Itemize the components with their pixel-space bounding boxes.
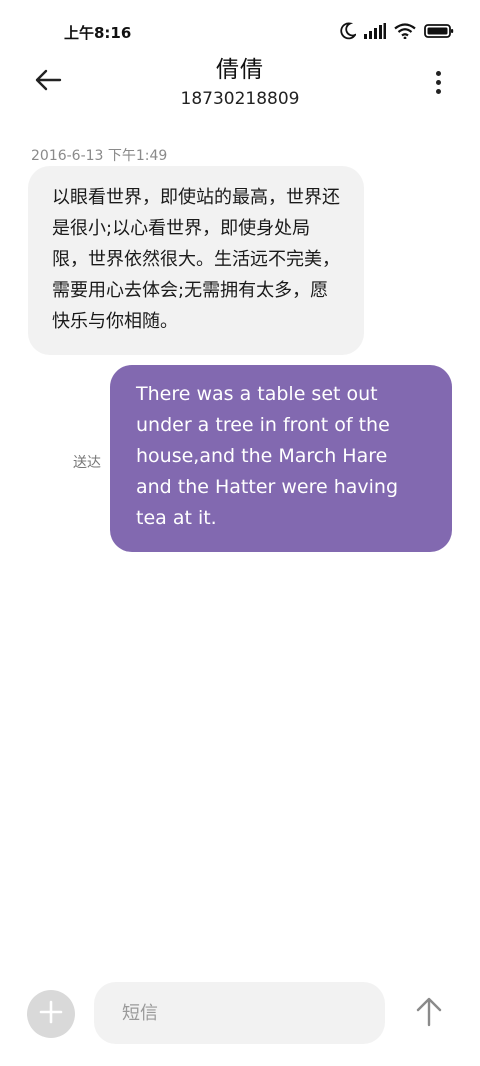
- outgoing-message-bubble[interactable]: There was a table set out under a tree i…: [110, 365, 452, 552]
- message-input[interactable]: [94, 982, 385, 1044]
- contact-name: 倩倩: [216, 57, 264, 83]
- more-vertical-icon: [435, 70, 441, 76]
- status-icons: [340, 22, 454, 40]
- status-time: 上午8:16: [64, 24, 132, 42]
- wifi-icon: [394, 23, 416, 39]
- arrow-up-icon: [416, 997, 442, 1031]
- send-button[interactable]: [412, 996, 446, 1032]
- moon-icon: [340, 22, 356, 40]
- conversation-header: 倩倩 18730218809: [0, 56, 480, 126]
- more-options-button[interactable]: [426, 66, 450, 98]
- signal-icon: [364, 23, 386, 39]
- message-composer: [0, 982, 480, 1046]
- incoming-message-bubble[interactable]: 以眼看世界，即使站的最高，世界还是很小;以心看世界，即使身处局限，世界依然很大。…: [28, 166, 364, 355]
- status-bar: 上午8:16: [0, 0, 480, 62]
- message-timestamp: 2016-6-13 下午1:49: [31, 148, 168, 164]
- add-attachment-button[interactable]: [27, 990, 75, 1038]
- delivery-status: 送达: [73, 455, 101, 471]
- contact-title: 倩倩 18730218809: [0, 56, 480, 110]
- battery-icon: [424, 23, 454, 39]
- plus-icon: [39, 1000, 63, 1028]
- contact-number: 18730218809: [180, 89, 300, 109]
